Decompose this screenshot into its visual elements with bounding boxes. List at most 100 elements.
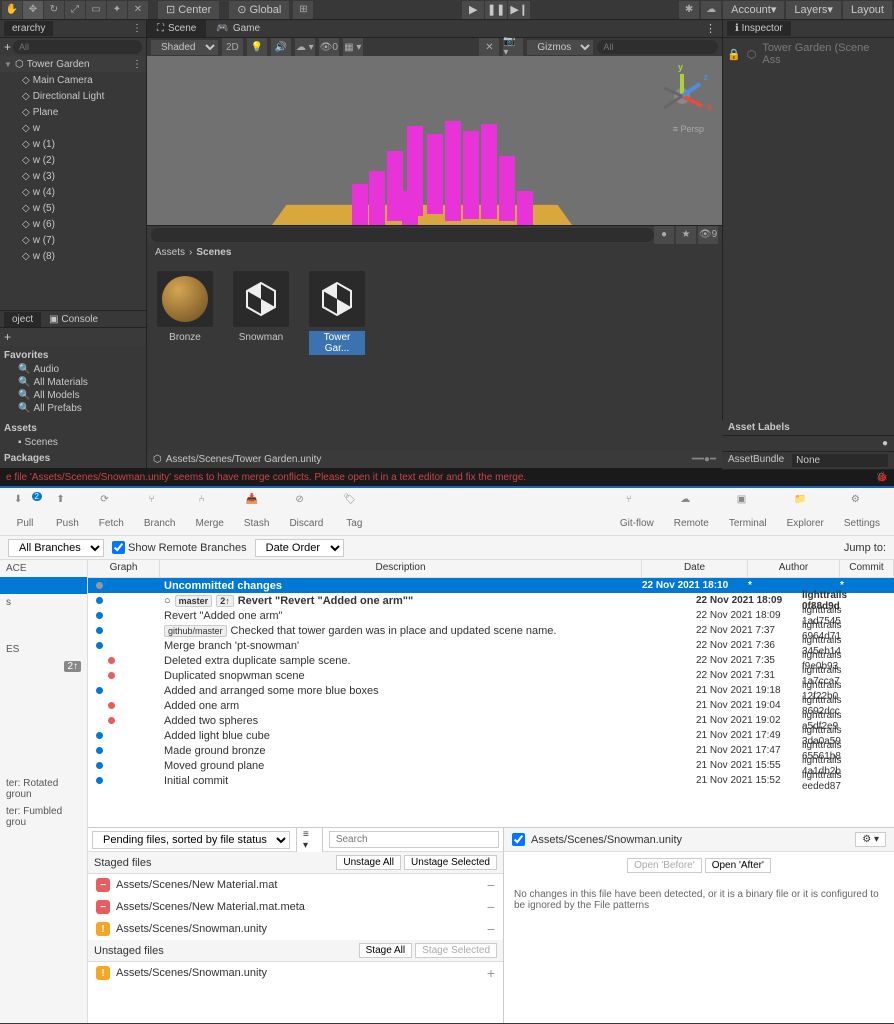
favorite-item[interactable]: 🔍All Models <box>4 389 142 402</box>
light-icon[interactable]: 💡 <box>247 38 267 56</box>
remote-branches-check[interactable]: Show Remote Branches <box>112 541 247 554</box>
scene-menu-icon[interactable]: ⋮ <box>132 59 142 70</box>
project-search-input[interactable] <box>151 228 654 242</box>
push-button[interactable]: ⬆Push <box>46 494 89 529</box>
move-tool-icon[interactable]: ✥ <box>23 1 43 19</box>
scene-viewport[interactable]: x y z ≡ Persp <box>147 56 722 225</box>
view-mode-button[interactable]: ≡ ▾ <box>296 827 323 853</box>
commit-row[interactable]: Deleted extra duplicate sample scene.22 … <box>88 653 894 668</box>
filter-icon[interactable]: ● <box>654 226 674 244</box>
hierarchy-item[interactable]: ◇w (5) <box>0 200 146 216</box>
commit-row[interactable]: Initial commit21 Nov 2021 15:52lighttrai… <box>88 773 894 788</box>
commit-row[interactable]: Moved ground plane21 Nov 2021 15:55light… <box>88 758 894 773</box>
favorite-icon[interactable]: ★ <box>676 226 696 244</box>
branches-section[interactable]: ES <box>0 641 87 658</box>
commit-row[interactable]: ○ master2↑Revert "Revert "Added one arm"… <box>88 593 894 608</box>
pause-button[interactable]: ❚❚ <box>485 1 507 19</box>
breadcrumb-assets[interactable]: Assets <box>155 247 185 258</box>
file-row[interactable]: !Assets/Scenes/Snowman.unity+ <box>88 962 503 984</box>
shading-dropdown[interactable]: Shaded <box>151 40 218 55</box>
remote-button[interactable]: ☁Remote <box>664 494 719 529</box>
hidden-icon[interactable]: 👁0 <box>319 38 339 56</box>
commit-row[interactable]: github/masterChecked that tower garden w… <box>88 623 894 638</box>
lock-icon[interactable]: 🔒 <box>727 48 741 61</box>
rotate-tool-icon[interactable]: ↻ <box>44 1 64 19</box>
sidebar-active-item[interactable] <box>0 577 87 594</box>
pivot-center-button[interactable]: ⊡Center <box>158 1 219 19</box>
file-search[interactable] <box>329 831 499 848</box>
cloud-icon[interactable]: ☁ <box>701 1 721 19</box>
play-button[interactable]: ▶ <box>462 1 484 19</box>
col-desc[interactable]: Description <box>160 560 642 577</box>
stash-item[interactable]: ter: Fumbled grou <box>0 803 87 831</box>
persp-label[interactable]: ≡ Persp <box>673 124 704 134</box>
step-button[interactable]: ▶❙ <box>508 1 530 19</box>
pivot-global-button[interactable]: ⊙Global <box>229 1 289 19</box>
branch-filter[interactable]: All Branches <box>8 539 104 557</box>
commit-row[interactable]: Added two spheres21 Nov 2021 19:02lightt… <box>88 713 894 728</box>
terminal-button[interactable]: ▣Terminal <box>719 494 777 529</box>
inspector-tab[interactable]: ℹ Inspector <box>727 21 791 36</box>
hierarchy-item[interactable]: ◇w <box>0 120 146 136</box>
file-row[interactable]: !Assets/Scenes/Snowman.unity− <box>88 918 503 940</box>
commit-row[interactable]: Duplicated snopwman scene22 Nov 2021 7:3… <box>88 668 894 683</box>
hierarchy-item[interactable]: ◇w (4) <box>0 184 146 200</box>
hierarchy-item[interactable]: ◇w (1) <box>0 136 146 152</box>
hidden-count[interactable]: 👁9 <box>698 226 718 244</box>
hierarchy-item[interactable]: ◇w (6) <box>0 216 146 232</box>
hierarchy-search[interactable] <box>13 40 142 54</box>
favorite-item[interactable]: 🔍All Materials <box>4 376 142 389</box>
hierarchy-item[interactable]: ◇w (8) <box>0 248 146 264</box>
explorer-button[interactable]: 📁Explorer <box>777 494 834 529</box>
panel-menu-icon[interactable]: ⋮ <box>132 23 142 34</box>
hierarchy-item[interactable]: ◇Main Camera <box>0 72 146 88</box>
file-action-icon[interactable]: + <box>487 965 495 981</box>
layers-dropdown[interactable]: Layers ▾ <box>786 1 841 19</box>
plus-icon[interactable]: + <box>4 330 11 344</box>
scale-tool-icon[interactable]: ⤢ <box>65 1 85 19</box>
commit-row[interactable]: Made ground bronze21 Nov 2021 17:47light… <box>88 743 894 758</box>
scenes-folder[interactable]: ▪Scenes <box>4 436 142 449</box>
collab-icon[interactable]: ✱ <box>679 1 699 19</box>
hierarchy-item[interactable]: ◇Directional Light <box>0 88 146 104</box>
favorite-item[interactable]: 🔍Audio <box>4 363 142 376</box>
plus-icon[interactable]: + <box>4 40 11 54</box>
hierarchy-item[interactable]: ◇w (3) <box>0 168 146 184</box>
hierarchy-item[interactable]: ◇w (2) <box>0 152 146 168</box>
fetch-button[interactable]: ⟳Fetch <box>89 494 134 529</box>
col-graph[interactable]: Graph <box>88 560 160 577</box>
order-filter[interactable]: Date Order <box>255 539 344 557</box>
open-after-button[interactable]: Open 'After' <box>705 858 771 873</box>
fx-icon[interactable]: ☁ ▾ <box>295 38 315 56</box>
zoom-slider[interactable]: ━━●━ <box>692 454 716 465</box>
commit-row[interactable]: Revert "Added one arm"22 Nov 2021 18:09l… <box>88 608 894 623</box>
file-row[interactable]: −Assets/Scenes/New Material.mat− <box>88 874 503 896</box>
commit-row[interactable]: Added and arranged some more blue boxes2… <box>88 683 894 698</box>
bundle-dropdown[interactable]: None <box>792 454 888 467</box>
breadcrumb-scenes[interactable]: Scenes <box>196 247 231 258</box>
snap-button[interactable]: ⊞ <box>293 1 313 19</box>
pending-filter[interactable]: Pending files, sorted by file status <box>92 831 290 849</box>
col-commit[interactable]: Commit <box>840 560 894 577</box>
hierarchy-tab[interactable]: erarchy <box>4 21 53 36</box>
commit-row[interactable]: Added light blue cube21 Nov 2021 17:49li… <box>88 728 894 743</box>
file-row[interactable]: −Assets/Scenes/New Material.mat.meta− <box>88 896 503 918</box>
hierarchy-item[interactable]: ◇w (7) <box>0 232 146 248</box>
asset-item[interactable]: Bronze <box>157 271 213 440</box>
camera-icon[interactable]: 📷 ▾ <box>503 38 523 56</box>
favorite-item[interactable]: 🔍All Prefabs <box>4 402 142 415</box>
discard-button[interactable]: ⊘Discard <box>279 494 333 529</box>
diff-file-check[interactable] <box>512 833 525 846</box>
col-author[interactable]: Author <box>748 560 840 577</box>
tag-button[interactable]: 🏷Tag <box>333 494 375 529</box>
stage-all-button[interactable]: Stage All <box>359 943 412 958</box>
scene-search[interactable] <box>597 40 718 54</box>
asset-item[interactable]: Tower Gar... <box>309 271 365 440</box>
grid-icon[interactable]: ▦ ▾ <box>343 38 363 56</box>
rect-tool-icon[interactable]: ▭ <box>86 1 106 19</box>
mode-2d-button[interactable]: 2D <box>222 38 243 56</box>
project-tab[interactable]: oject <box>4 312 41 327</box>
unstage-selected-button[interactable]: Unstage Selected <box>404 855 497 870</box>
commit-row[interactable]: Uncommitted changes22 Nov 2021 18:10** <box>88 578 894 593</box>
git-flow-button[interactable]: ⑂Git-flow <box>610 494 664 529</box>
